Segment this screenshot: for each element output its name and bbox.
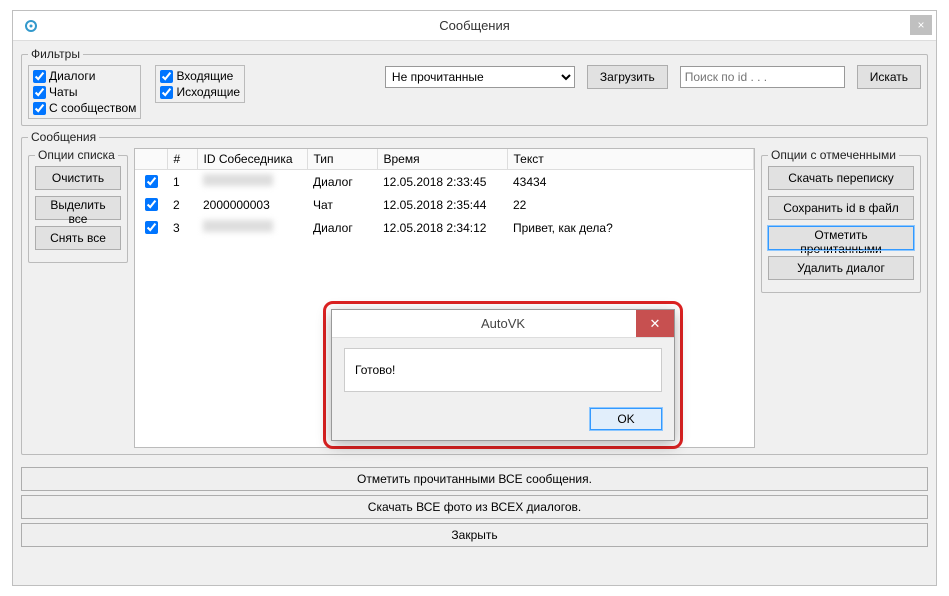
- list-ops-legend: Опции списка: [35, 148, 118, 162]
- modal-message: Готово!: [344, 348, 662, 392]
- filter-community[interactable]: С сообществом: [33, 100, 136, 116]
- col-time[interactable]: Время: [377, 149, 507, 170]
- main-window: Сообщения × Фильтры Диалоги Чаты С сообщ…: [12, 10, 937, 586]
- row-checkbox[interactable]: [145, 221, 158, 234]
- close-button[interactable]: Закрыть: [21, 523, 928, 547]
- filters-legend: Фильтры: [28, 47, 83, 61]
- select-all-button[interactable]: Выделить все: [35, 196, 121, 220]
- marked-ops-legend: Опции с отмеченными: [768, 148, 899, 162]
- col-text[interactable]: Текст: [507, 149, 754, 170]
- titlebar: Сообщения ×: [13, 11, 936, 41]
- table-row[interactable]: 3 Диалог 12.05.2018 2:34:12 Привет, как …: [135, 216, 754, 239]
- load-button[interactable]: Загрузить: [587, 65, 668, 89]
- mark-all-read-button[interactable]: Отметить прочитанными ВСЕ сообщения.: [21, 467, 928, 491]
- blurred-id: [203, 220, 273, 232]
- modal-titlebar[interactable]: AutoVK ✕: [332, 310, 674, 338]
- deselect-all-button[interactable]: Снять все: [35, 226, 121, 250]
- filter-chats-checkbox[interactable]: [33, 86, 46, 99]
- modal-close-button[interactable]: ✕: [636, 310, 674, 337]
- col-id[interactable]: ID Собеседника: [197, 149, 307, 170]
- list-ops-fieldset: Опции списка Очистить Выделить все Снять…: [28, 148, 128, 263]
- filter-incoming-checkbox[interactable]: [160, 70, 173, 83]
- window-title: Сообщения: [13, 18, 936, 33]
- marked-ops-fieldset: Опции с отмеченными Скачать переписку Со…: [761, 148, 921, 293]
- filter-outgoing[interactable]: Исходящие: [160, 84, 240, 100]
- delete-dialog-button[interactable]: Удалить диалог: [768, 256, 914, 280]
- filter-group-kind: Диалоги Чаты С сообществом: [28, 65, 141, 119]
- col-type[interactable]: Тип: [307, 149, 377, 170]
- table-header-row: # ID Собеседника Тип Время Текст: [135, 149, 754, 170]
- filter-incoming[interactable]: Входящие: [160, 68, 240, 84]
- download-all-photos-button[interactable]: Скачать ВСЕ фото из ВСЕХ диалогов.: [21, 495, 928, 519]
- read-filter-select[interactable]: Не прочитанные: [385, 66, 575, 88]
- col-num[interactable]: #: [167, 149, 197, 170]
- filter-group-direction: Входящие Исходящие: [155, 65, 245, 103]
- clear-button[interactable]: Очистить: [35, 166, 121, 190]
- filter-dialogs-checkbox[interactable]: [33, 70, 46, 83]
- window-close-button[interactable]: ×: [910, 15, 932, 35]
- blurred-id: [203, 174, 273, 186]
- mark-read-button[interactable]: Отметить прочитанными: [768, 226, 914, 250]
- row-checkbox[interactable]: [145, 175, 158, 188]
- messages-legend: Сообщения: [28, 130, 99, 144]
- filter-community-checkbox[interactable]: [33, 102, 46, 115]
- search-button[interactable]: Искать: [857, 65, 921, 89]
- filter-outgoing-checkbox[interactable]: [160, 86, 173, 99]
- tutorial-highlight: AutoVK ✕ Готово! OK: [323, 301, 683, 449]
- search-id-input[interactable]: [680, 66, 845, 88]
- row-checkbox[interactable]: [145, 198, 158, 211]
- download-conv-button[interactable]: Скачать переписку: [768, 166, 914, 190]
- filters-fieldset: Фильтры Диалоги Чаты С сообществом Входя…: [21, 47, 928, 126]
- table-row[interactable]: 1 Диалог 12.05.2018 2:33:45 43434: [135, 170, 754, 194]
- modal-dialog: AutoVK ✕ Готово! OK: [331, 309, 675, 441]
- save-ids-button[interactable]: Сохранить id в файл: [768, 196, 914, 220]
- modal-ok-button[interactable]: OK: [590, 408, 662, 430]
- table-row[interactable]: 2 2000000003 Чат 12.05.2018 2:35:44 22: [135, 193, 754, 216]
- modal-title: AutoVK: [332, 316, 674, 331]
- filter-dialogs[interactable]: Диалоги: [33, 68, 136, 84]
- filter-chats[interactable]: Чаты: [33, 84, 136, 100]
